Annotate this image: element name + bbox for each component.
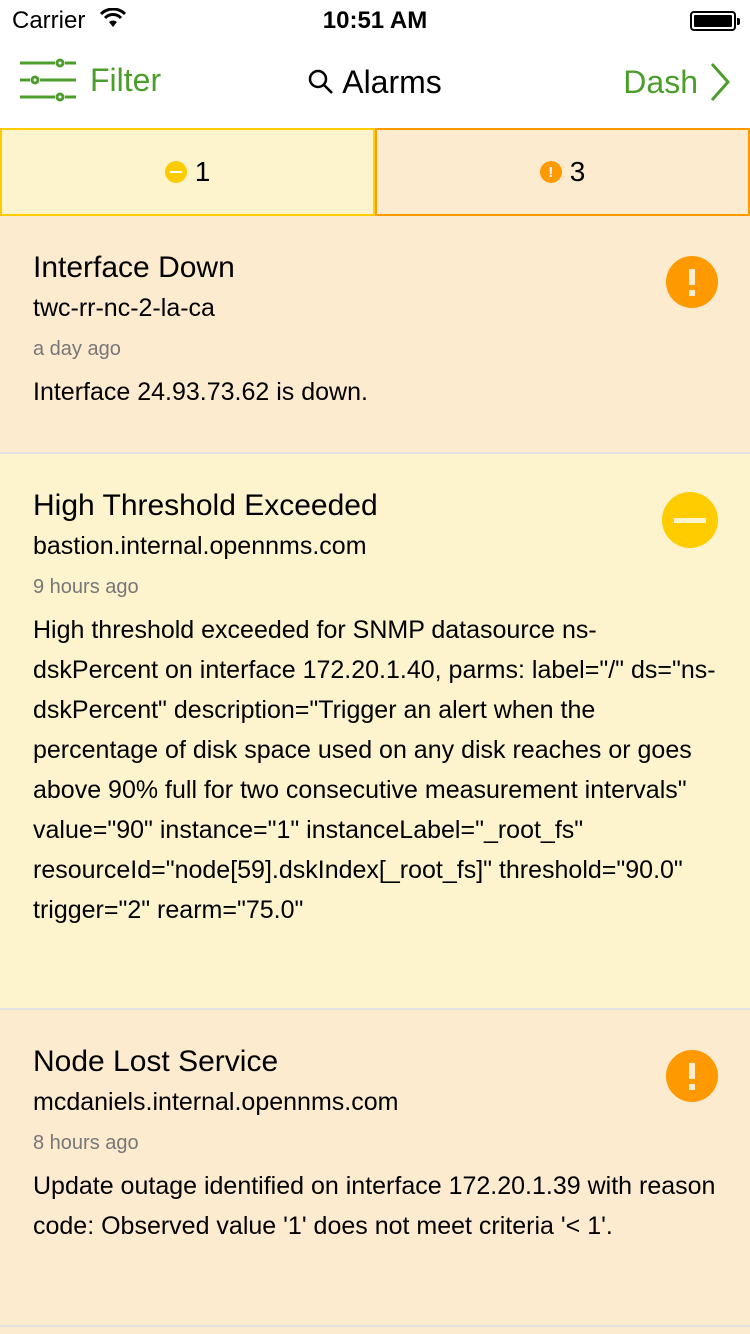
- alarm-host: twc-rr-nc-2-la-ca: [33, 294, 215, 322]
- page-title: Alarms: [342, 64, 442, 100]
- status-bar: Carrier 10:51 AM: [0, 0, 750, 40]
- exclamation-circle-icon: [666, 1050, 718, 1102]
- alarm-host: bastion.internal.opennms.com: [33, 532, 367, 560]
- alarm-title: High Threshold Exceeded: [33, 489, 378, 522]
- alarm-description: Update outage identified on interface 17…: [33, 1172, 716, 1240]
- alarm-title: Node Lost Service: [33, 1045, 279, 1078]
- alarm-description: High threshold exceeded for SNMP datasou…: [33, 616, 716, 924]
- major-count: 3: [569, 156, 586, 187]
- clock: 10:51 AM: [322, 7, 428, 34]
- alarm-title: Interface Down: [33, 251, 235, 284]
- alarm-time: a day ago: [33, 338, 121, 360]
- search-icon: [308, 69, 334, 94]
- chevron-right-icon: [710, 63, 730, 101]
- dash-button[interactable]: Dash: [623, 62, 730, 102]
- minus-circle-icon: [662, 492, 718, 548]
- severity-tabs: 1 ! 3: [0, 128, 750, 216]
- alarm-time: 9 hours ago: [33, 576, 139, 598]
- minor-count: 1: [194, 156, 211, 187]
- alarm-description: Interface 24.93.73.62 is down.: [33, 378, 368, 406]
- alarm-time: 8 hours ago: [33, 1132, 139, 1154]
- navigation-bar: Filter Alarms Dash: [0, 40, 750, 128]
- dash-label: Dash: [623, 63, 698, 100]
- alarm-row[interactable]: High Threshold Exceeded bastion.internal…: [0, 454, 750, 1010]
- battery-icon: [690, 11, 740, 31]
- minus-circle-icon: [164, 161, 187, 183]
- tab-major[interactable]: ! 3: [375, 128, 750, 216]
- tab-minor[interactable]: 1: [0, 128, 375, 216]
- exclamation-circle-icon: !: [539, 161, 562, 183]
- alarm-row[interactable]: Node Lost Service mcdaniels.internal.ope…: [0, 1010, 750, 1327]
- alarm-host: mcdaniels.internal.opennms.com: [33, 1088, 399, 1116]
- alarm-row[interactable]: Interface Down twc-rr-nc-2-la-ca a day a…: [0, 216, 750, 454]
- exclamation-circle-icon: [666, 256, 718, 308]
